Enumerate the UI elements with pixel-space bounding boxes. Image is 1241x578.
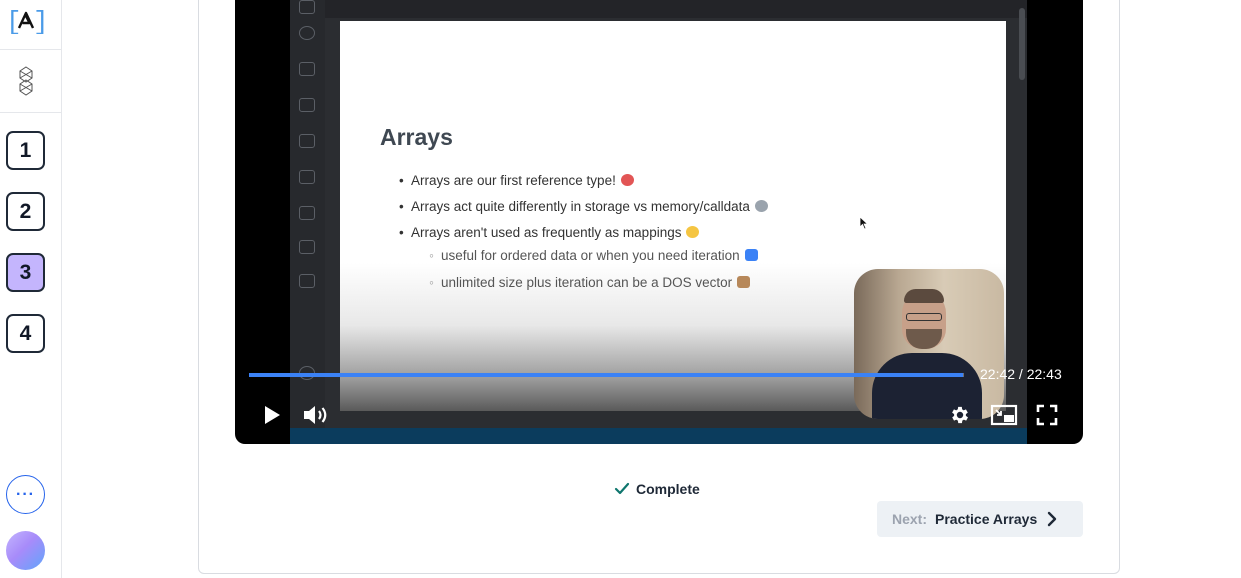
hexagon-network-icon[interactable] xyxy=(14,66,38,96)
step-4-button[interactable]: 4 xyxy=(6,314,45,353)
mouse-cursor-icon xyxy=(859,216,869,230)
video-progress-bar[interactable] xyxy=(249,373,964,377)
video-time: 22:42 / 22:43 xyxy=(980,366,1062,382)
play-icon[interactable] xyxy=(262,404,282,426)
next-prefix: Next: xyxy=(892,511,928,527)
slide-title: Arrays xyxy=(380,124,453,150)
more-options-button[interactable]: ··· xyxy=(6,475,45,514)
total-time: 22:43 xyxy=(1026,366,1062,382)
user-avatar[interactable] xyxy=(6,531,45,570)
logo-icon: [ ] xyxy=(6,7,46,34)
slide-sub-bullet: unlimited size plus iteration can be a D… xyxy=(429,275,751,290)
complete-status: Complete xyxy=(614,481,700,497)
next-lesson-title: Practice Arrays xyxy=(935,511,1038,527)
step-1-button[interactable]: 1 xyxy=(6,131,45,170)
svg-text:]: ] xyxy=(33,7,46,34)
step-2-button[interactable]: 2 xyxy=(6,192,45,231)
settings-icon[interactable] xyxy=(949,404,971,426)
next-lesson-button[interactable]: Next: Practice Arrays xyxy=(877,501,1083,537)
slide-sub-bullet: useful for ordered data or when you need… xyxy=(429,248,758,263)
chevron-right-icon xyxy=(1048,511,1057,527)
slide-bullet: Arrays are our first reference type! xyxy=(399,173,634,188)
sidebar-divider xyxy=(0,49,61,50)
picture-in-picture-icon[interactable] xyxy=(990,404,1018,426)
check-icon xyxy=(614,482,630,495)
slide-bullet: Arrays act quite differently in storage … xyxy=(399,199,768,214)
complete-label: Complete xyxy=(636,481,700,497)
sidebar: [ ] 1 2 3 4 ··· xyxy=(0,0,62,578)
fullscreen-icon[interactable] xyxy=(1036,404,1058,426)
video-progress-fill xyxy=(249,373,964,377)
app-logo[interactable]: [ ] xyxy=(6,4,46,34)
more-icon: ··· xyxy=(16,485,35,503)
current-time: 22:42 xyxy=(980,366,1016,382)
svg-text:[: [ xyxy=(6,7,22,34)
step-3-button[interactable]: 3 xyxy=(6,253,45,292)
slide-bullet: Arrays aren't used as frequently as mapp… xyxy=(399,225,700,240)
sidebar-divider xyxy=(0,112,61,113)
volume-icon[interactable] xyxy=(302,403,332,427)
webcam-overlay xyxy=(854,269,1004,419)
